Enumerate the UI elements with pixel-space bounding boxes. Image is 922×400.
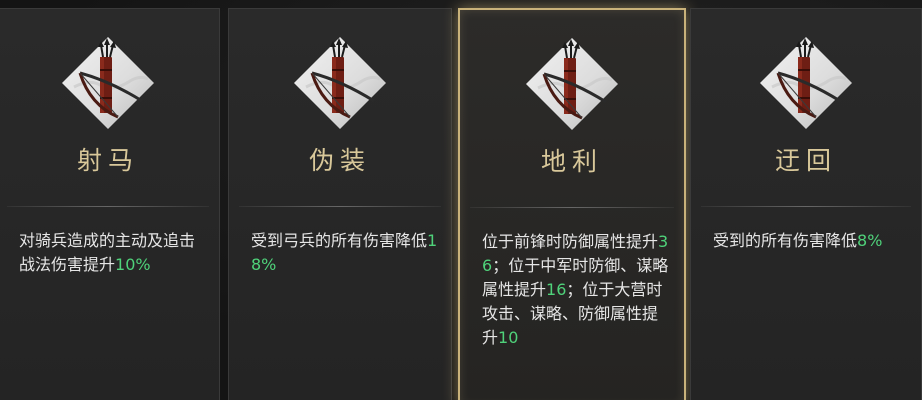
description-text: 位于前锋时防御属性提升 — [482, 232, 659, 251]
divider — [470, 207, 674, 208]
trait-card-3[interactable]: 地利 位于前锋时防御属性提升36；位于中军时防御、谋略属性提升16；位于大营时攻… — [458, 8, 686, 400]
bow-quiver-icon — [292, 35, 388, 131]
highlight-value: 10 — [498, 328, 519, 347]
trait-description: 受到弓兵的所有伤害降低18% — [251, 229, 439, 277]
divider — [701, 206, 911, 207]
highlight-value: 16 — [546, 280, 567, 299]
highlight-value: 8 — [857, 231, 868, 250]
trait-description: 对骑兵造成的主动及追击战法伤害提升10% — [19, 229, 207, 277]
trait-card-1[interactable]: 射马 对骑兵造成的主动及追击战法伤害提升10% — [0, 8, 220, 400]
trait-selection-panel: 射马 对骑兵造成的主动及追击战法伤害提升10% 伪装 受到弓兵的所有伤害降低18… — [0, 0, 922, 400]
bow-quiver-icon — [524, 36, 620, 132]
trait-name: 伪装 — [308, 146, 371, 175]
trait-description: 受到的所有伤害降低8% — [713, 229, 909, 253]
description-text: 受到的所有伤害降低 — [713, 231, 858, 250]
trait-card-4[interactable]: 迂回 受到的所有伤害降低8% — [690, 8, 922, 400]
divider — [239, 206, 441, 207]
bow-quiver-icon — [758, 35, 854, 131]
trait-description: 位于前锋时防御属性提升36；位于中军时防御、谋略属性提升16；位于大营时攻击、谋… — [482, 230, 672, 350]
description-text: 受到弓兵的所有伤害降低 — [251, 231, 428, 250]
trait-name: 迂回 — [774, 146, 837, 175]
trait-name: 射马 — [76, 146, 139, 175]
bow-quiver-icon — [60, 35, 156, 131]
trait-card-2[interactable]: 伪装 受到弓兵的所有伤害降低18% — [228, 8, 452, 400]
highlight-value: % — [135, 255, 151, 274]
trait-name: 地利 — [540, 147, 603, 176]
highlight-value: % — [867, 231, 883, 250]
highlight-value: 10 — [115, 255, 136, 274]
divider — [7, 206, 209, 207]
description-text: 对骑兵造成的主动及追击战法伤害提升 — [19, 231, 196, 274]
